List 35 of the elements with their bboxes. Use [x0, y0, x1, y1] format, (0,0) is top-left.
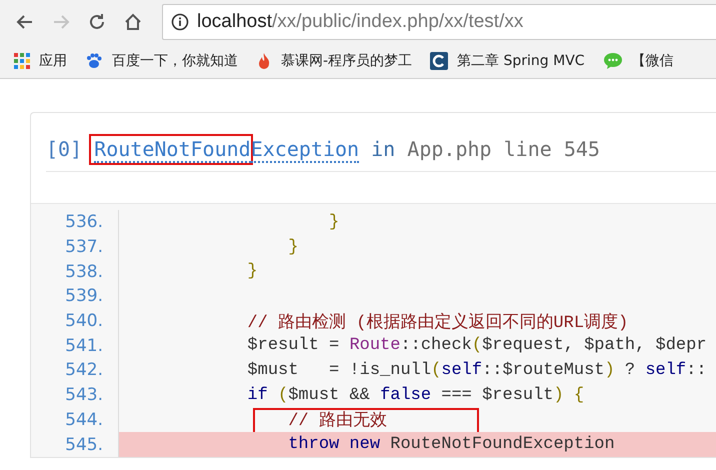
flame-icon[interactable]: [256, 52, 272, 70]
line-number: 536.: [64, 212, 104, 232]
bookmark-link[interactable]: 百度一下，你就知道: [112, 52, 238, 70]
paw-icon[interactable]: [85, 52, 103, 70]
code-line: $result = Route::check($request, $path, $depr: [118, 333, 716, 358]
line-number: 540.: [64, 311, 104, 332]
exception-link[interactable]: RouteNotFound: [94, 137, 251, 163]
reload-icon[interactable]: [87, 12, 107, 32]
code-line: // 路由检测 (根据路由定义返回不同的URL调度): [118, 308, 716, 334]
bookmark-link[interactable]: 【微信: [632, 52, 674, 70]
info-icon: [171, 13, 189, 31]
line-number: 545.: [64, 434, 104, 455]
line-number: 539.: [64, 286, 104, 306]
line-number: 542.: [64, 360, 104, 380]
code-line: }: [118, 234, 716, 260]
code-line: }: [118, 259, 716, 284]
bookmark-link[interactable]: 慕课网-程序员的梦工: [281, 52, 412, 70]
line-number: 541.: [64, 336, 104, 356]
line-number: 543.: [64, 385, 104, 406]
url-text: localhost/xx/public/index.php/xx/test/xx: [197, 11, 524, 33]
code-line: }: [118, 210, 716, 235]
keyword-text: in: [371, 137, 396, 161]
line-number: 537.: [64, 237, 104, 258]
line-number: 544.: [64, 410, 104, 430]
file-location: App.php line 545: [407, 137, 600, 161]
error-index: [0]: [46, 137, 82, 161]
code-line: if ($must && false === $result) {: [118, 382, 716, 408]
c-logo-icon[interactable]: [430, 52, 448, 70]
line-number: 538.: [64, 262, 104, 282]
address-bar[interactable]: localhost/xx/public/index.php/xx/test/xx: [162, 4, 716, 40]
apps-grid-icon[interactable]: [14, 53, 30, 69]
home-icon[interactable]: [123, 12, 143, 32]
bookmark-link[interactable]: 第二章 Spring MVC: [457, 52, 585, 70]
code-line: $must = !is_null(self::$routeMust) ? self::: [118, 358, 716, 383]
bookmark-link[interactable]: 应用: [39, 52, 67, 70]
